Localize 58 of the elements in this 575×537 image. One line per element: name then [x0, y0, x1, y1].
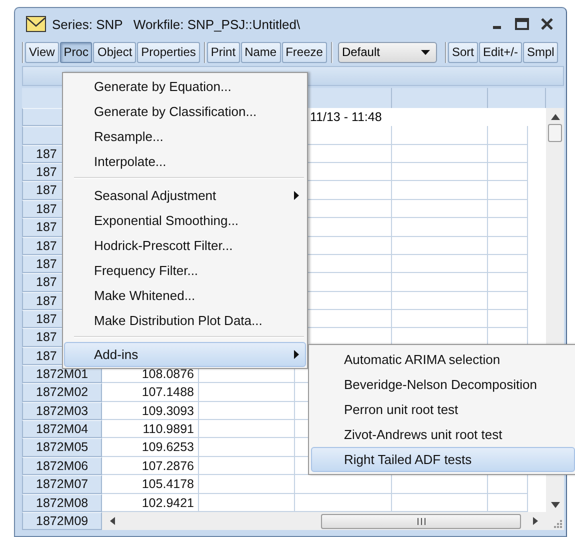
scroll-right-icon[interactable] — [533, 517, 538, 525]
menu-item[interactable]: Beveridge-Nelson Decomposition — [311, 372, 575, 397]
table-cell: 109.6253 — [102, 438, 199, 457]
menu-item[interactable]: Right Tailed ADF tests — [311, 447, 575, 472]
toolbar-button[interactable]: Smpl — [522, 42, 558, 62]
row-header-cell: 1872M07 — [22, 475, 102, 494]
table-cell — [488, 254, 528, 274]
row-header-cell: 1872M02 — [22, 383, 102, 402]
row-header-cell: 1872M03 — [22, 402, 102, 420]
horizontal-scrollbar[interactable] — [102, 512, 546, 530]
table-cell: 109.3093 — [102, 402, 199, 420]
scroll-thumb[interactable] — [548, 124, 562, 142]
toolbar-button[interactable]: Sort — [448, 42, 478, 62]
menu-item[interactable]: Automatic ARIMA selection — [311, 347, 575, 372]
envelope-icon — [26, 16, 46, 32]
dropdown-arrow-icon — [420, 50, 430, 54]
table-cell — [488, 273, 528, 292]
resize-grip-icon[interactable] — [553, 519, 562, 528]
toolbar-button[interactable]: Name — [240, 42, 281, 62]
menu-item[interactable]: Generate by Equation... — [64, 74, 306, 99]
row-header-cell: 1872M04 — [22, 420, 102, 438]
row-header-cell: 1872M08 — [22, 494, 102, 512]
row-header-cell: 1872M05 — [22, 438, 102, 457]
toolbar-button[interactable]: View — [25, 42, 59, 62]
table-cell — [488, 144, 528, 164]
scroll-left-icon[interactable] — [110, 517, 115, 525]
toolbar-button[interactable]: Properties — [137, 42, 200, 62]
view-dropdown[interactable]: Default — [338, 42, 437, 62]
table-cell — [488, 181, 528, 200]
table-cell — [488, 163, 528, 182]
table-cell: 105.4178 — [102, 475, 199, 494]
grip-icon — [416, 518, 426, 524]
menu-item[interactable]: Add-ins — [64, 342, 306, 367]
toolbar-button[interactable]: Proc — [60, 42, 92, 62]
toolbar-button[interactable]: Freeze — [282, 42, 327, 62]
scroll-up-icon[interactable] — [550, 114, 560, 120]
menu-item[interactable]: Zivot-Andrews unit root test — [311, 422, 575, 447]
close-icon[interactable] — [541, 18, 553, 30]
toolbar-button[interactable]: Object — [93, 42, 136, 62]
table-cell: 107.2876 — [102, 456, 199, 476]
toolbar-button[interactable]: Edit+/- — [478, 42, 522, 62]
window-title: Series: SNP Workfile: SNP_PSJ::Untitled\ — [52, 16, 302, 32]
table-cell — [488, 126, 528, 145]
menu-item[interactable]: Perron unit root test — [311, 397, 575, 422]
table-cell — [488, 200, 528, 218]
toolbar-button[interactable]: Print — [206, 42, 240, 62]
table-cell — [488, 236, 528, 255]
menu-item[interactable]: Generate by Classification... — [64, 99, 306, 124]
scroll-down-icon[interactable] — [550, 502, 560, 508]
row-header-cell: 1872M06 — [22, 456, 102, 476]
table-cell: 107.1488 — [102, 383, 199, 402]
last-update-text: 11/13 - 11:48 — [310, 109, 382, 126]
maximize-icon[interactable] — [515, 18, 529, 30]
table-cell — [488, 292, 528, 310]
table-cell — [488, 218, 528, 237]
table-cell: 110.9891 — [102, 420, 199, 438]
scroll-thumb[interactable] — [321, 514, 521, 528]
row-header-cell: 1872M09 — [22, 512, 102, 530]
